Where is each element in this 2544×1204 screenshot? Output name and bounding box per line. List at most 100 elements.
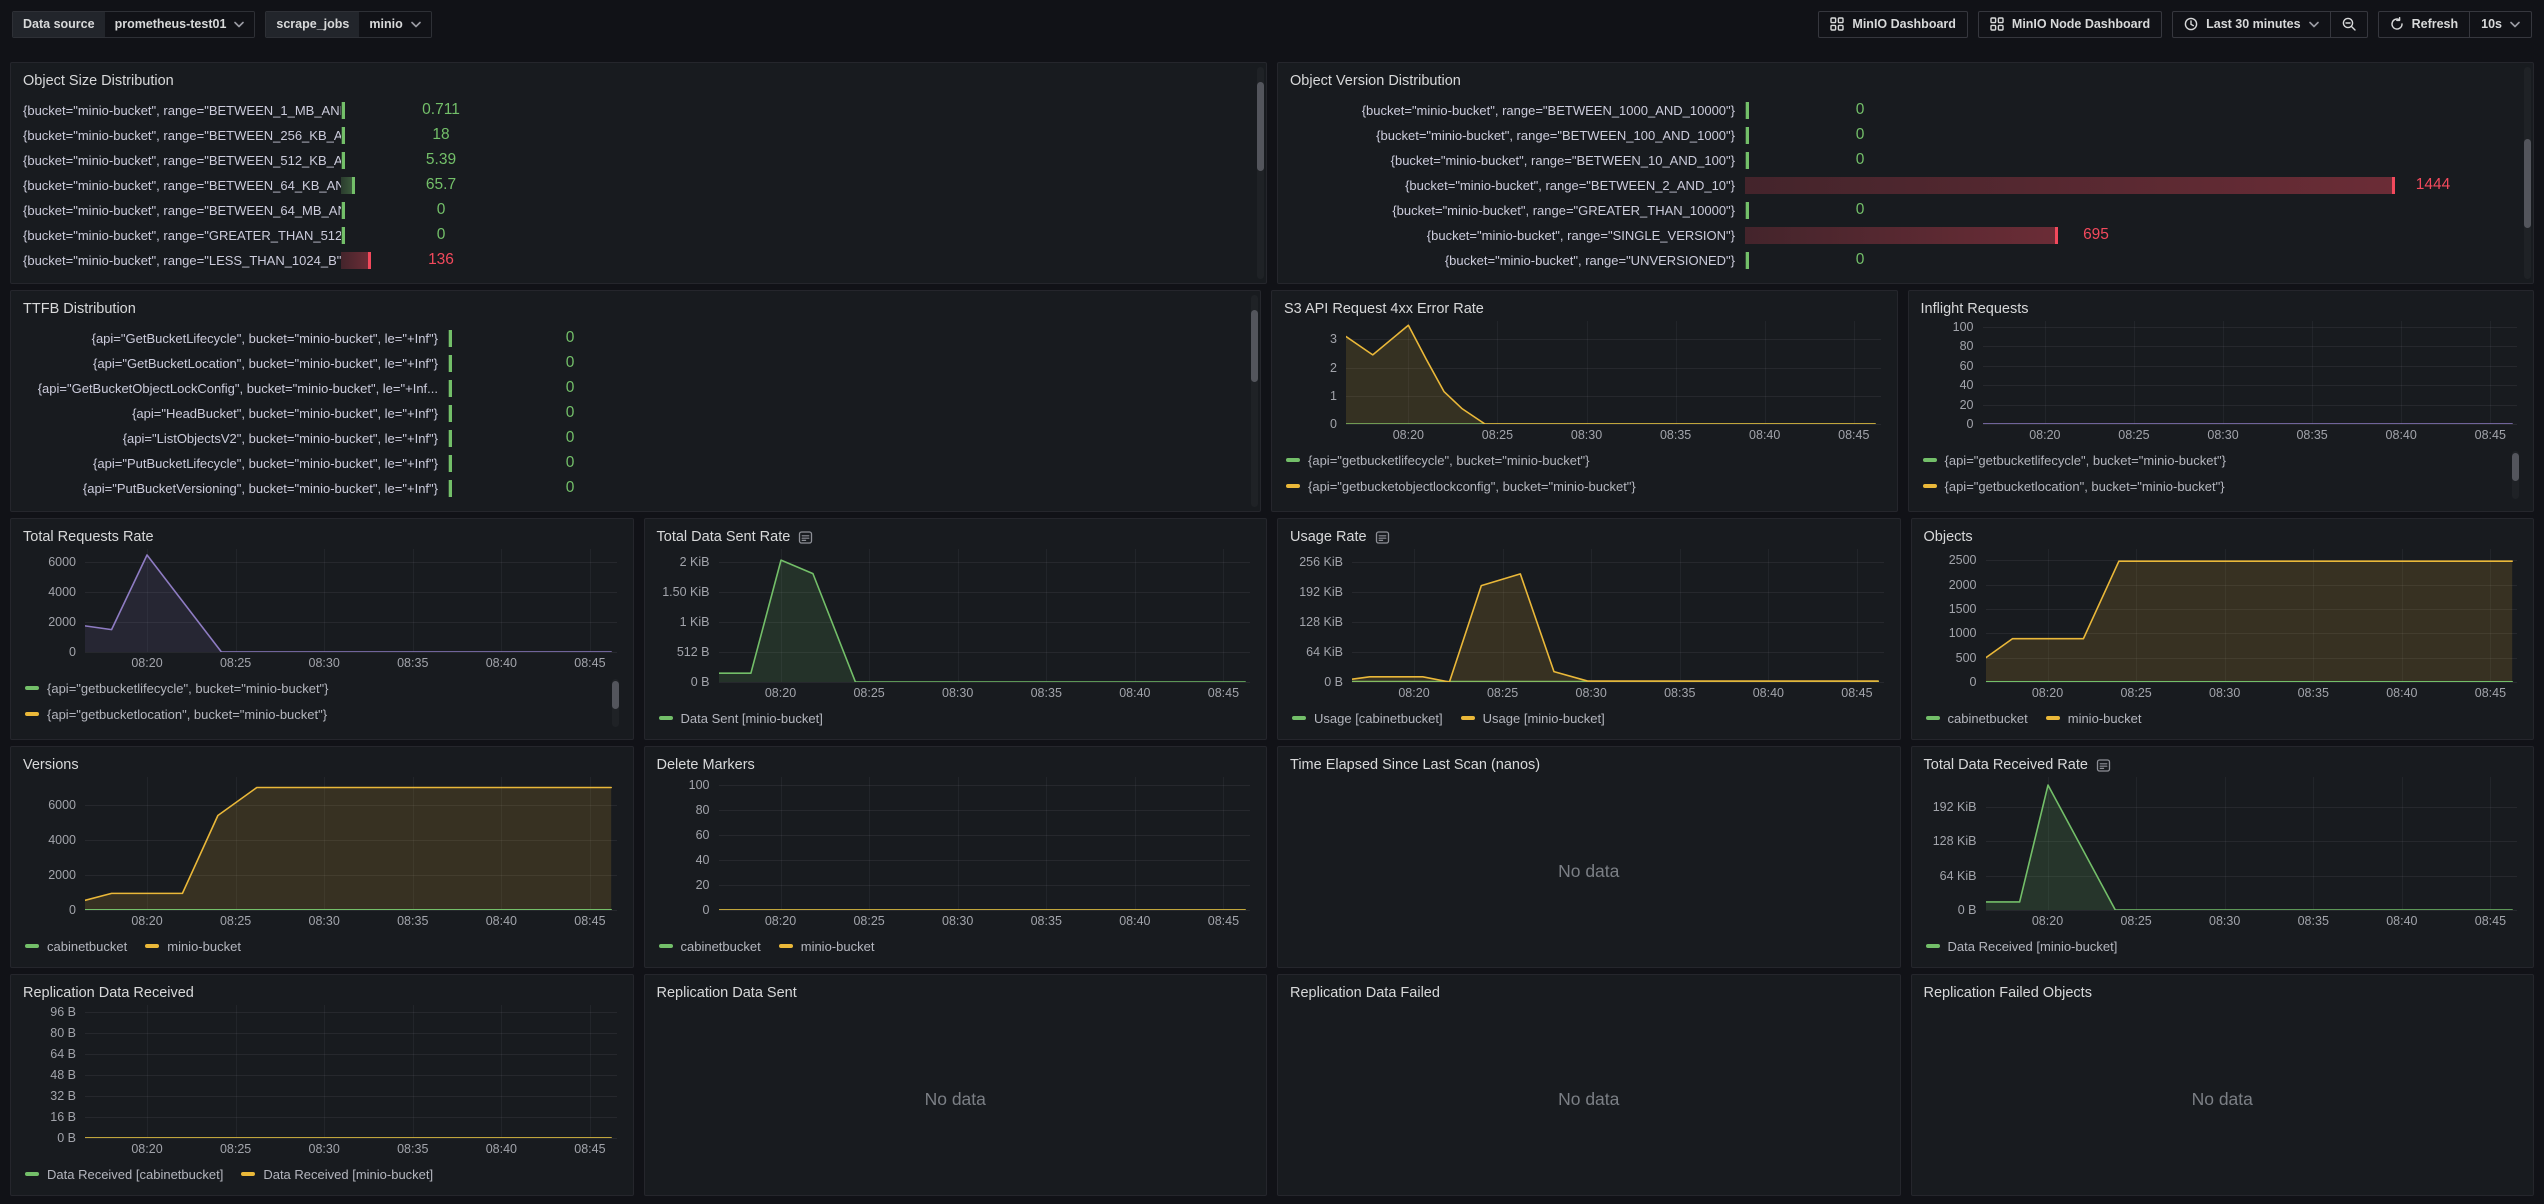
legend-item[interactable]: Usage [cabinetbucket]	[1292, 705, 1443, 731]
minio-dashboard-link-button[interactable]: MinIO Dashboard	[1818, 11, 1967, 38]
panel-header[interactable]: Time Elapsed Since Last Scan (nanos)	[1278, 747, 1900, 775]
panel-header[interactable]: Replication Data Received	[11, 975, 633, 1003]
panel-header[interactable]: TTFB Distribution	[11, 291, 1260, 319]
plot-area[interactable]	[85, 777, 617, 910]
no-data-message: No data	[1278, 1003, 1900, 1195]
panel-header[interactable]: Object Size Distribution	[11, 63, 1266, 91]
panel-header[interactable]: Versions	[11, 747, 633, 775]
legend-item[interactable]: {api="getbucketlifecycle", bucket="minio…	[1923, 447, 2522, 473]
panel-description-icon[interactable]	[1375, 530, 1390, 545]
dashboard-row-3: Total Requests Rate020004000600008:2008:…	[10, 518, 2534, 740]
panel-description-icon[interactable]	[798, 530, 813, 545]
plot-area[interactable]	[719, 549, 1251, 682]
panel-title: Time Elapsed Since Last Scan (nanos)	[1290, 757, 1540, 773]
panel-header[interactable]: Object Version Distribution	[1278, 63, 2533, 91]
panel-header[interactable]: Replication Failed Objects	[1912, 975, 2534, 1003]
legend-scrollbar[interactable]	[612, 679, 619, 727]
plot-area[interactable]	[1346, 321, 1881, 424]
x-tick-label: 08:30	[942, 914, 973, 928]
panel-description-icon[interactable]	[2096, 758, 2111, 773]
y-tick-label: 0 B	[1958, 903, 1977, 917]
legend-series-swatch	[1461, 716, 1475, 720]
panel-header[interactable]: Total Data Sent Rate	[645, 519, 1267, 547]
legend-item[interactable]: Data Sent [minio-bucket]	[659, 705, 823, 731]
panel-header[interactable]: Total Data Received Rate	[1912, 747, 2534, 775]
bar-gauge-row-label: {bucket="minio-bucket", range="BETWEEN_1…	[1290, 103, 1745, 118]
bar-gauge-row: {bucket="minio-bucket", range="BETWEEN_6…	[23, 199, 1254, 221]
plot-area[interactable]	[1352, 549, 1884, 682]
scrollbar-thumb[interactable]	[1257, 82, 1264, 171]
scrollbar-thumb[interactable]	[1251, 310, 1258, 382]
panel-scrollbar[interactable]	[1251, 295, 1258, 507]
series-area	[85, 555, 611, 652]
scrollbar-thumb[interactable]	[2524, 139, 2531, 228]
bar-gauge-bar-area: 695	[1745, 227, 2521, 244]
bar-gauge-row-label: {bucket="minio-bucket", range="BETWEEN_1…	[1290, 128, 1745, 143]
legend-item[interactable]: cabinetbucket	[1926, 705, 2028, 731]
panel-header[interactable]: Replication Data Failed	[1278, 975, 1900, 1003]
x-tick-label: 08:20	[1393, 428, 1424, 442]
panel-title: Replication Data Sent	[657, 985, 797, 1001]
panel-header[interactable]: Objects	[1912, 519, 2534, 547]
panel-header[interactable]: Usage Rate	[1278, 519, 1900, 547]
legend-series-label: cabinetbucket	[681, 939, 761, 954]
bar-gauge-row: {bucket="minio-bucket", range="SINGLE_VE…	[1290, 224, 2521, 246]
panel-scrollbar[interactable]	[1257, 67, 1264, 279]
series-svg	[719, 777, 1251, 910]
panel-header[interactable]: Delete Markers	[645, 747, 1267, 775]
x-tick-label: 08:20	[131, 1142, 162, 1156]
legend-item[interactable]: minio-bucket	[145, 933, 241, 959]
legend-item[interactable]: cabinetbucket	[25, 933, 127, 959]
time-range-picker[interactable]: Last 30 minutes	[2172, 11, 2330, 38]
minio-node-dashboard-link-button[interactable]: MinIO Node Dashboard	[1978, 11, 2162, 38]
refresh-group: Refresh 10s	[2378, 11, 2532, 38]
scrollbar-thumb[interactable]	[2512, 453, 2519, 481]
zoom-out-time-button[interactable]	[2331, 11, 2368, 38]
legend-series-label: {api="getbucketlifecycle", bucket="minio…	[47, 681, 329, 696]
time-series-chart: 02040608010008:2008:2508:3008:3508:4008:…	[1921, 321, 2522, 503]
legend-item[interactable]: {api="getbucketobjectlockconfig", bucket…	[1286, 473, 1885, 499]
variable-scrapejobs-dropdown[interactable]: minio	[359, 12, 430, 37]
refresh-button[interactable]: Refresh	[2378, 11, 2471, 38]
x-tick-label: 08:25	[2118, 428, 2149, 442]
x-tick-label: 08:40	[486, 656, 517, 670]
legend-item[interactable]: {api="getbucketlifecycle", bucket="minio…	[1286, 447, 1885, 473]
legend-series-label: {api="getbucketobjectlockconfig", bucket…	[1308, 479, 1636, 494]
legend-item[interactable]: cabinetbucket	[659, 933, 761, 959]
legend-scrollbar[interactable]	[2512, 451, 2519, 499]
legend-item[interactable]: {api="getbucketlocation", bucket="minio-…	[25, 701, 621, 727]
y-tick-label: 4000	[48, 833, 76, 847]
panel-replication-data-failed: Replication Data FailedNo data	[1277, 974, 1901, 1196]
panel-scrollbar[interactable]	[2524, 67, 2531, 279]
y-tick-label: 2	[1330, 361, 1337, 375]
legend-item[interactable]: Data Received [cabinetbucket]	[25, 1161, 223, 1187]
plot-area[interactable]	[719, 777, 1251, 910]
plot-area[interactable]	[85, 1005, 617, 1138]
panel-body: 0500100015002000250008:2008:2508:3008:35…	[1912, 547, 2534, 739]
plot-area[interactable]	[85, 549, 617, 652]
x-tick-label: 08:25	[220, 656, 251, 670]
legend-item[interactable]: minio-bucket	[779, 933, 875, 959]
legend-item[interactable]: {api="getbucketobjectlockconfig", bucket…	[1923, 499, 2522, 503]
legend-item[interactable]: {api="getbucketobjectlockconfig", bucket…	[25, 727, 621, 731]
scrollbar-thumb[interactable]	[612, 681, 619, 709]
variable-datasource-dropdown[interactable]: prometheus-test01	[105, 12, 255, 37]
panel-header[interactable]: Inflight Requests	[1909, 291, 2534, 319]
legend-item[interactable]: {api="getbucketlocation", bucket="minio-…	[1923, 473, 2522, 499]
legend-item[interactable]: minio-bucket	[2046, 705, 2142, 731]
plot-area[interactable]	[1986, 549, 2518, 682]
legend-item[interactable]: {api="getbucketlifecycle", bucket="minio…	[25, 675, 621, 701]
plot-area[interactable]	[1986, 777, 2518, 910]
panel-header[interactable]: Replication Data Sent	[645, 975, 1267, 1003]
bar-gauge-row-label: {bucket="minio-bucket", range="GREATER_T…	[23, 228, 341, 243]
panel-header[interactable]: Total Requests Rate	[11, 519, 633, 547]
panel-header[interactable]: S3 API Request 4xx Error Rate	[1272, 291, 1897, 319]
legend-series-swatch	[1286, 458, 1300, 462]
refresh-interval-picker[interactable]: 10s	[2470, 11, 2532, 38]
x-tick-label: 08:35	[397, 1142, 428, 1156]
legend-item[interactable]: Usage [minio-bucket]	[1461, 705, 1605, 731]
plot-area[interactable]	[1983, 321, 2518, 424]
panel-title: Replication Failed Objects	[1924, 985, 2092, 1001]
legend-item[interactable]: Data Received [minio-bucket]	[241, 1161, 433, 1187]
legend-item[interactable]: Data Received [minio-bucket]	[1926, 933, 2118, 959]
